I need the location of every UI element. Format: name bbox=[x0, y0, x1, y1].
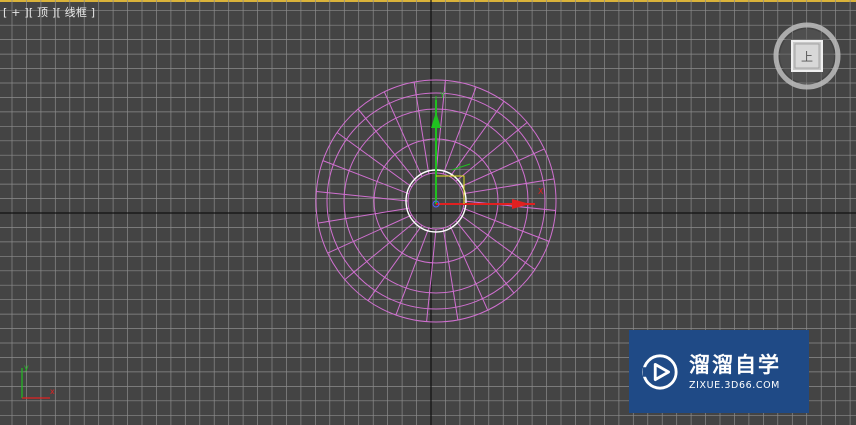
tripod-x-label: x bbox=[50, 387, 55, 396]
wire-spoke bbox=[317, 207, 410, 224]
viewport-label[interactable]: [ + ][ 顶 ][ 线框 ] bbox=[3, 4, 95, 20]
wire-spoke bbox=[463, 200, 556, 211]
wire-spoke bbox=[449, 224, 489, 311]
gizmo-y-arrow bbox=[431, 112, 441, 128]
viewcube-face-label: 上 bbox=[801, 50, 813, 64]
wire-spoke bbox=[395, 227, 430, 316]
viewport-menu-plus[interactable]: + bbox=[11, 6, 20, 19]
tripod-y-label: y bbox=[24, 363, 29, 372]
view-name-menu[interactable]: 顶 bbox=[37, 6, 48, 19]
label-sep2-open: [ bbox=[56, 6, 61, 19]
wire-spoke bbox=[327, 214, 413, 254]
wire-spoke bbox=[449, 101, 505, 178]
label-sep1-open: [ bbox=[28, 6, 34, 19]
gizmo-x-label: X bbox=[538, 187, 544, 196]
label-bracket-open: [ bbox=[3, 6, 8, 19]
viewport-top[interactable]: Y X [ + ][ 顶 ][ 线框 ] 上 y x 溜溜自学 ZIXUE.3D… bbox=[0, 0, 856, 425]
axis-tripod: y x bbox=[21, 363, 55, 399]
viewcube[interactable]: 上 bbox=[773, 22, 841, 90]
watermark-badge: 溜溜自学 ZIXUE.3D66.COM bbox=[629, 330, 809, 413]
gizmo-y-label: Y bbox=[439, 91, 445, 100]
shading-mode-menu[interactable]: 线框 bbox=[65, 6, 87, 19]
label-bracket-close: ] bbox=[90, 6, 96, 19]
watermark-url: ZIXUE.3D66.COM bbox=[689, 380, 780, 391]
wire-spoke bbox=[459, 214, 536, 270]
play-logo-icon bbox=[642, 353, 678, 390]
watermark-title: 溜溜自学 bbox=[689, 353, 781, 377]
wire-spoke bbox=[367, 224, 423, 301]
wire-spoke bbox=[459, 148, 545, 188]
wire-spoke bbox=[322, 160, 410, 195]
